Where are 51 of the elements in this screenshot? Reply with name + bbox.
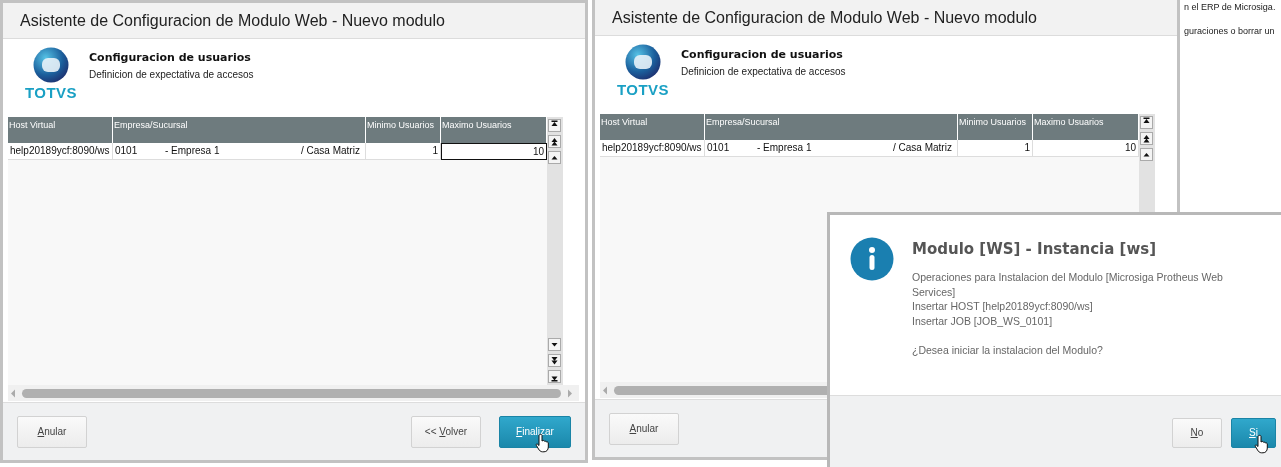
step-heading: Configuracion de usuarios: [89, 51, 252, 64]
page-text: guraciones o borrar un: [1184, 26, 1276, 36]
horizontal-scrollbar[interactable]: [8, 385, 579, 401]
page-text: n el ERP de Microsiga.: [1184, 2, 1277, 12]
table-cell: help20189ycf:8090/ws: [8, 143, 113, 160]
cancel-button[interactable]: Anular: [609, 412, 679, 445]
info-icon: [850, 237, 894, 281]
table-cell: help20189ycf:8090/ws: [600, 140, 705, 156]
window-title: Asistente de Configuracion de Modulo Web - Nuevo modulo: [612, 8, 1037, 27]
dialog-message: Insertar JOB [JOB_WS_0101]: [912, 313, 1054, 328]
page-up-button[interactable]: [1140, 132, 1153, 145]
scroll-up-button[interactable]: [548, 151, 561, 164]
logo-icon: [33, 47, 69, 83]
dialog-question: ¿Desea iniciar la instalacion del Modulo?: [912, 342, 1104, 357]
scroll-top-button[interactable]: [548, 119, 561, 132]
scroll-bottom-button[interactable]: [548, 370, 561, 383]
logo-icon: [625, 44, 661, 80]
up-double-arrow-icon: [1142, 133, 1151, 144]
cancel-button[interactable]: Anular: [17, 415, 87, 448]
company-code: 0101: [707, 142, 731, 154]
branch-name: / Casa Matriz: [301, 145, 361, 158]
scroll-down-button[interactable]: [548, 338, 561, 351]
vertical-scrollbar[interactable]: [547, 117, 563, 385]
window-title: Asistente de Configuracion de Modulo Web - Nuevo modulo: [20, 11, 445, 30]
dialog-title: Modulo [WS] - Instancia [ws]: [912, 240, 1158, 258]
up-double-arrow-icon: [550, 136, 559, 147]
left-arrow-icon: [10, 388, 16, 398]
down-double-arrow-icon: [550, 355, 559, 366]
step-heading: Configuracion de usuarios: [681, 48, 844, 61]
scroll-thumb[interactable]: [22, 388, 561, 398]
scroll-up-button[interactable]: [1140, 148, 1153, 161]
cell-editor[interactable]: 10: [441, 143, 547, 160]
step-description: Definicion de expectativa de accesos: [681, 66, 846, 77]
page-up-button[interactable]: [548, 135, 561, 148]
logo-text: TOTVS: [24, 84, 78, 101]
logo-text: TOTVS: [616, 81, 670, 98]
table-cell: 1: [958, 140, 1033, 156]
back-button[interactable]: << Volver: [411, 415, 481, 448]
branch-name: / Casa Matriz: [893, 142, 953, 154]
company-name: - Empresa 1: [165, 145, 221, 158]
left-arrow-icon: [602, 385, 608, 395]
company-name: - Empresa 1: [757, 142, 813, 154]
dialog-message: Operaciones para Instalacion del Modulo [Microsiga Protheus Web Services]: [912, 270, 1224, 299]
step-description: Definicion de expectativa de accesos: [89, 69, 254, 80]
scroll-top-button[interactable]: [1140, 116, 1153, 129]
table-cell: 1: [366, 143, 441, 160]
company-code: 0101: [115, 145, 139, 158]
right-arrow-icon: [567, 388, 573, 398]
page-down-button[interactable]: [548, 354, 561, 367]
dialog-message: Insertar HOST [help20189ycf:8090/ws]: [912, 299, 1094, 314]
no-button[interactable]: No: [1172, 417, 1222, 448]
